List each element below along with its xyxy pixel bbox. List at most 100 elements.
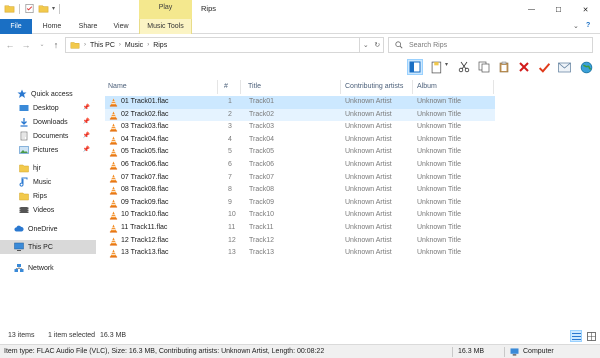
track-artist: Unknown Artist (345, 123, 392, 131)
nav-this-pc[interactable]: This PC (0, 240, 96, 254)
recent-locations-icon[interactable]: ⌄ (36, 39, 48, 51)
table-row[interactable]: 13 Track13.flac 13 Track13 Unknown Artist Un… (105, 247, 495, 260)
table-row[interactable]: 03 Track03.flac 3 Track03 Unknown Artist Unk… (105, 121, 495, 134)
new-item-dropdown-icon[interactable]: ▾ (445, 61, 448, 68)
table-row[interactable]: 01 Track01.flac 1 Track01 Unknown Artist Unk… (105, 96, 495, 109)
close-button[interactable]: ✕ (572, 0, 599, 19)
new-item-button[interactable] (429, 59, 445, 75)
breadcrumb-this-pc[interactable]: This PC (90, 42, 115, 49)
track-title: Track03 (249, 123, 275, 131)
rename-button[interactable] (536, 59, 552, 75)
column-header-artist[interactable]: Contributing artists (345, 80, 403, 94)
nav-desktop[interactable]: Desktop 📌 (0, 101, 96, 115)
nav-item-label: Rips (33, 192, 48, 200)
track-title: Track07 (249, 173, 275, 181)
help-icon[interactable]: ? (586, 22, 590, 29)
email-button[interactable] (556, 59, 572, 75)
file-name: 03 Track03.flac (121, 123, 169, 131)
nav-network[interactable]: Network (0, 261, 96, 275)
tab-view[interactable]: View (106, 19, 136, 34)
nav-music[interactable]: Music (0, 175, 96, 189)
breadcrumb-rips[interactable]: Rips (153, 42, 167, 49)
table-row[interactable]: 07 Track07.flac 7 Track07 Unknown Artist Unk… (105, 172, 495, 185)
nav-videos[interactable]: Videos (0, 203, 96, 217)
table-row[interactable]: 04 Track04.flac 4 Track04 Unknown Artist Unk… (105, 134, 495, 147)
address-dropdown-icon[interactable]: ⌄ (363, 41, 369, 49)
minimize-button[interactable]: — (518, 0, 545, 19)
nav-quick-access[interactable]: Quick access (0, 87, 96, 101)
details-view-icon (571, 332, 581, 340)
address-bar[interactable]: › This PC › Music › Rips (65, 37, 360, 53)
up-arrow-icon[interactable]: ↑ (50, 39, 62, 51)
search-icon (395, 41, 403, 49)
file-name: 07 Track07.flac (121, 173, 169, 181)
column-divider[interactable] (217, 80, 218, 94)
file-name: 12 Track12.flac (121, 236, 169, 244)
checkmark-icon (538, 62, 550, 73)
properties-icon[interactable] (24, 3, 35, 14)
nav-item-label: Downloads (33, 118, 68, 126)
minimize-icon: — (528, 6, 535, 13)
nav-documents[interactable]: Documents 📌 (0, 129, 96, 143)
forward-arrow-icon[interactable]: → (20, 39, 32, 51)
paste-button[interactable] (496, 59, 512, 75)
cut-button[interactable] (456, 59, 472, 75)
column-header-name[interactable]: Name (108, 80, 127, 94)
track-number: 1 (228, 98, 232, 105)
track-artist: Unknown Artist (345, 211, 392, 219)
nav-onedrive[interactable]: OneDrive (0, 222, 96, 236)
file-name: 02 Track02.flac (121, 110, 169, 118)
tab-file[interactable]: File (0, 19, 32, 34)
tab-home[interactable]: Home (36, 19, 68, 34)
pin-icon: 📌 (82, 119, 90, 125)
search-box[interactable]: Search Rips (388, 37, 593, 53)
nav-hjr[interactable]: hjr (0, 161, 96, 175)
documents-folder-icon (20, 131, 28, 141)
expand-ribbon-icon[interactable]: ⌄ (573, 22, 579, 30)
vlc-cone-icon (109, 136, 118, 145)
nav-downloads[interactable]: Downloads 📌 (0, 115, 96, 129)
track-number: 4 (228, 135, 232, 143)
table-row[interactable]: 02 Track02.flac 2 Track02 Unknown Artist Unk… (105, 108, 495, 122)
column-divider[interactable] (240, 80, 241, 94)
divider (59, 3, 61, 14)
breadcrumb-music[interactable]: Music (125, 42, 143, 49)
nav-pictures[interactable]: Pictures 📌 (0, 143, 96, 157)
column-header-title[interactable]: Title (248, 80, 261, 94)
maximize-button[interactable]: ☐ (545, 0, 572, 19)
copy-button[interactable] (476, 59, 492, 75)
quick-access-dropdown-icon[interactable]: ▾ (52, 5, 55, 12)
large-icons-view-button[interactable] (585, 330, 597, 342)
internet-button[interactable] (578, 59, 594, 75)
column-divider[interactable] (493, 80, 494, 94)
table-row[interactable]: 09 Track09.flac 9 Track09 Unknown Artist Unk… (105, 197, 495, 210)
details-view-button[interactable] (570, 330, 582, 342)
column-divider[interactable] (412, 80, 413, 94)
contextual-group-label: Play (158, 4, 173, 11)
table-row[interactable]: 10 Track10.flac 10 Track10 Unknown Artist Un… (105, 209, 495, 222)
column-divider[interactable] (340, 80, 341, 94)
file-name: 05 Track05.flac (121, 148, 169, 156)
back-arrow-icon[interactable]: ← (4, 39, 16, 51)
track-album: Unknown Title (417, 198, 461, 206)
delete-button[interactable] (516, 59, 532, 75)
folder-icon[interactable] (4, 3, 15, 14)
table-row[interactable]: 06 Track06.flac 6 Track06 Unknown Artist Unk… (105, 159, 495, 172)
delete-x-icon (519, 62, 529, 72)
vlc-cone-icon (109, 249, 118, 258)
track-artist: Unknown Artist (345, 236, 392, 244)
table-row[interactable]: 11 Track11.flac 11 Track11 Unknown Artist Un… (105, 222, 495, 235)
table-row[interactable]: 12 Track12.flac 12 Track12 Unknown Artist Un… (105, 235, 495, 248)
column-header-number[interactable]: # (224, 80, 228, 94)
new-folder-icon[interactable] (38, 3, 49, 14)
tab-music-tools[interactable]: Music Tools (139, 19, 192, 34)
table-row[interactable]: 08 Track08.flac 8 Track08 Unknown Artist Unk… (105, 184, 495, 197)
table-row[interactable]: 05 Track05.flac 5 Track05 Unknown Artist Unk… (105, 146, 495, 159)
details-pane-button[interactable] (407, 59, 423, 75)
refresh-icon[interactable]: ↻ (374, 41, 380, 49)
tab-share[interactable]: Share (72, 19, 104, 34)
nav-rips[interactable]: Rips (0, 189, 96, 203)
divider (19, 3, 20, 14)
column-header-album[interactable]: Album (417, 80, 437, 94)
track-artist: Unknown Artist (345, 249, 392, 257)
